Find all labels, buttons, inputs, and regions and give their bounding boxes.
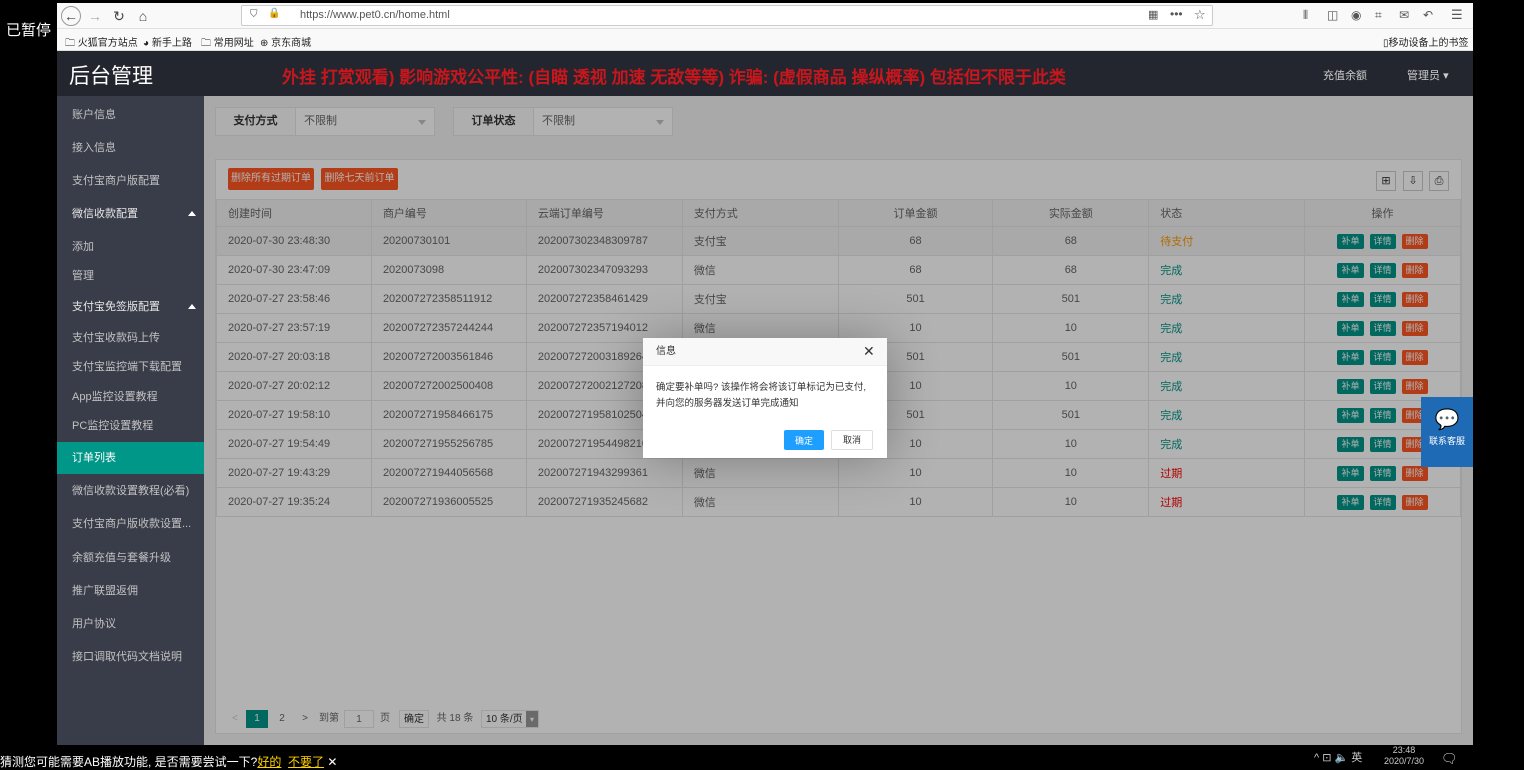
bookmark-jd[interactable]: ⊕ 京东商城 — [260, 34, 311, 49]
account-icon[interactable]: ◉ — [1351, 8, 1361, 22]
sidebar-item[interactable]: 支付宝免签版配置 — [57, 291, 204, 323]
network-icon[interactable]: ⊡ — [1322, 752, 1331, 764]
address-bar[interactable]: ⛉ 🔒 https://www.pet0.cn/home.html ▦ ••• … — [241, 5, 1213, 26]
back-arrow-icon[interactable]: ← — [61, 6, 81, 26]
forward-arrow-icon[interactable]: → — [85, 6, 105, 26]
volume-icon[interactable]: 🔈 — [1335, 752, 1349, 764]
dialog-title: 信息 — [643, 338, 887, 366]
undo-icon[interactable]: ↶ — [1423, 8, 1433, 22]
bookmark-getting-started[interactable]: ◕ 新手上路 — [143, 34, 192, 49]
cancel-button[interactable]: 取消 — [831, 430, 873, 450]
more-options-icon[interactable]: ••• — [1170, 7, 1183, 21]
home-icon[interactable]: ⌂ — [133, 6, 153, 26]
sidebar-item[interactable]: 余额充值与套餐升级 — [57, 542, 204, 574]
ab-play-prompt: 猜测您可能需要AB播放功能, 是否需要尝试一下?好的 不要了 ✕ — [0, 755, 338, 769]
chevron-up-icon[interactable]: ^ — [1314, 752, 1319, 764]
sidebar: 账户信息 接入信息 支付宝商户版配置 微信收款配置 添加 管理 支付宝免签版配置 支付宝收款码… — [57, 96, 204, 745]
decline-link[interactable]: 不要了 — [288, 755, 324, 769]
clock-time: 23:48 — [1392, 745, 1416, 755]
app-header: 后台管理 外挂 打赏观看) 影响游戏公平性: (自瞄 透视 加速 无敌等等) 诈… — [57, 51, 1473, 96]
qr-code-icon[interactable]: ▦ — [1148, 8, 1158, 21]
sidebar-item[interactable]: 账户信息 — [57, 99, 204, 131]
sidebar-item[interactable]: 支付宝收款码上传 — [57, 322, 204, 354]
paused-label: 已暂停 — [6, 22, 52, 39]
sidebar-item[interactable]: 添加 — [57, 231, 204, 263]
sidebar-item[interactable]: 微信收款设置教程(必看) — [57, 475, 204, 507]
close-icon[interactable]: ✕ — [327, 755, 337, 769]
sidebar-item[interactable]: 推广联盟返佣 — [57, 575, 204, 607]
sidebar-item[interactable]: 接入信息 — [57, 132, 204, 164]
lock-icon: 🔒 — [268, 8, 281, 19]
warning-marquee: 外挂 打赏观看) 影响游戏公平性: (自瞄 透视 加速 无敌等等) 诈骗: (虚… — [282, 68, 1066, 87]
ime-indicator[interactable]: 英 — [1351, 752, 1362, 764]
chevron-up-icon — [188, 304, 196, 309]
sidebar-item[interactable]: 支付宝监控端下载配置 — [57, 351, 204, 383]
sidebar-item[interactable]: 用户协议 — [57, 608, 204, 640]
library-icon[interactable]: ⫴ — [1303, 8, 1308, 23]
recharge-balance-link[interactable]: 充值余额 — [1323, 67, 1367, 83]
chevron-up-icon — [188, 211, 196, 216]
bookmarks-bar: 🗀 火狐官方站点 ◕ 新手上路 🗀 常用网址 ⊕ 京东商城 ▯移动设备上的书签 — [57, 30, 1473, 51]
chat-bubble-icon: 💬 — [1434, 409, 1460, 431]
admin-menu[interactable]: 管理员 ▾ — [1407, 67, 1449, 83]
star-icon[interactable]: ☆ — [1194, 7, 1206, 23]
sidebar-item[interactable]: 支付宝商户版配置 — [57, 165, 204, 197]
sidebar-item[interactable]: PC监控设置教程 — [57, 410, 204, 442]
shield-icon: ⛉ — [250, 9, 258, 20]
dialog-message: 确定要补单吗? 该操作将会将该订单标记为已支付, 并向您的服务器发送订单完成通知 — [656, 382, 867, 409]
sidebar-toggle-icon[interactable]: ◫ — [1327, 8, 1338, 22]
chat-bubble-icon[interactable]: ✉ — [1399, 8, 1409, 22]
confirm-button[interactable]: 确定 — [784, 430, 824, 450]
url-text: https://www.pet0.cn/home.html — [300, 9, 450, 21]
mobile-bookmarks[interactable]: ▯移动设备上的书签 — [1383, 34, 1469, 49]
taskbar: 猜测您可能需要AB播放功能, 是否需要尝试一下?好的 不要了 ✕ — [0, 745, 1524, 770]
menu-icon[interactable]: ☰ — [1451, 7, 1463, 23]
sidebar-item[interactable]: 支付宝商户版收款设置... — [57, 508, 204, 540]
browser-window: ← → ↻ ⌂ ⛉ 🔒 https://www.pet0.cn/home.htm… — [57, 3, 1473, 745]
accept-link[interactable]: 好的 — [257, 755, 281, 769]
sidebar-item[interactable]: App监控设置教程 — [57, 381, 204, 413]
screenshot-icon[interactable]: ⌗ — [1375, 8, 1382, 23]
close-icon[interactable]: ✕ — [863, 343, 875, 360]
notification-icon[interactable]: 🗨 — [1441, 751, 1458, 767]
reload-icon[interactable]: ↻ — [109, 6, 129, 26]
customer-service-widget[interactable]: 💬 联系客服 — [1421, 397, 1473, 467]
app-title: 后台管理 — [69, 65, 153, 88]
sidebar-item[interactable]: 微信收款配置 — [57, 198, 204, 230]
confirm-dialog: 信息 ✕ 确定要补单吗? 该操作将会将该订单标记为已支付, 并向您的服务器发送订… — [643, 338, 887, 458]
sidebar-item[interactable]: 接口调取代码文档说明 — [57, 641, 204, 673]
customer-service-label: 联系客服 — [1428, 436, 1465, 446]
clock[interactable]: 23:48 2020/7/30 — [1384, 745, 1424, 767]
caret-down-icon: ▾ — [1443, 70, 1449, 82]
browser-toolbar: ← → ↻ ⌂ ⛉ 🔒 https://www.pet0.cn/home.htm… — [57, 3, 1473, 29]
system-tray: ^ ⊡ 🔈 英 — [1314, 749, 1362, 765]
clock-date: 2020/7/30 — [1384, 756, 1425, 766]
sidebar-item[interactable]: 订单列表 — [57, 442, 204, 474]
sidebar-item[interactable]: 管理 — [57, 260, 204, 292]
